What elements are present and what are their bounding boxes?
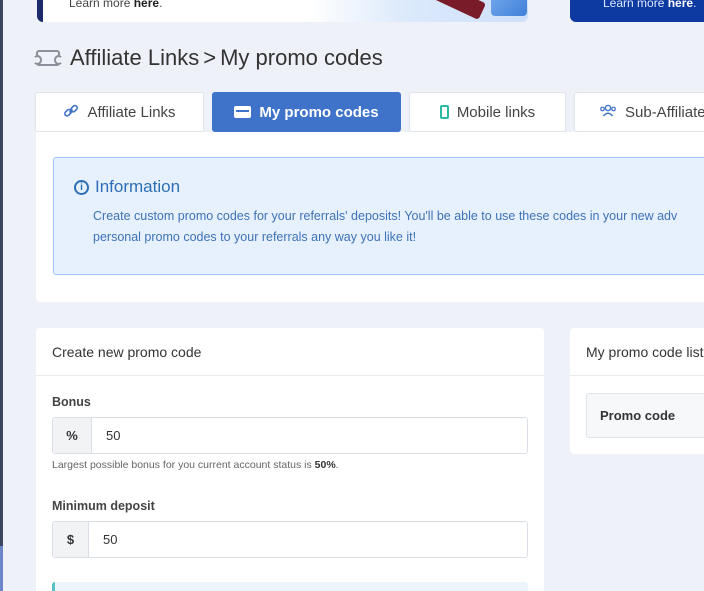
breadcrumb-current: My promo codes <box>220 45 383 70</box>
mobile-icon <box>439 105 449 119</box>
promo-list-title: My promo code list <box>570 328 704 376</box>
tab-mobile-links-label: Mobile links <box>456 103 536 121</box>
create-promo-title: Create new promo code <box>36 328 544 376</box>
info-description: Create custom promo codes for your refer… <box>93 206 704 248</box>
banner-right-label: Learn more <box>603 0 668 10</box>
tab-affiliate-links-label: Affiliate Links <box>87 103 176 121</box>
promo-code-column-header[interactable]: Promo code <box>586 393 704 438</box>
info-line-1: Create custom promo codes for your refer… <box>93 209 678 223</box>
card-icon <box>234 106 252 118</box>
min-deposit-input[interactable]: 50 <box>89 522 117 557</box>
tab-my-promo-codes-label: My promo codes <box>259 103 379 121</box>
banner-right-suffix: . <box>693 0 697 10</box>
banner-left-link[interactable]: here <box>134 0 159 10</box>
tab-sub-affiliate[interactable]: Sub-Affiliate <box>574 92 704 132</box>
info-panel: i Information Create custom promo codes … <box>36 132 704 302</box>
tab-mobile-links[interactable]: Mobile links <box>409 92 566 132</box>
bonus-hint: Largest possible bonus for you current a… <box>52 459 339 471</box>
promo-banner-left[interactable]: Learn more here. <box>37 0 528 22</box>
min-deposit-label: Minimum deposit <box>52 499 155 513</box>
bonus-hint-text: Largest possible bonus for you current a… <box>52 459 315 471</box>
info-title: i Information <box>74 177 180 197</box>
dollar-addon: $ <box>53 522 89 557</box>
create-promo-panel: Create new promo code Bonus % 50 Largest… <box>36 328 544 591</box>
users-icon <box>599 104 617 121</box>
info-title-text: Information <box>95 177 181 196</box>
banner-decoration-box-icon <box>491 0 527 16</box>
min-deposit-input-group[interactable]: $ 50 <box>52 521 528 558</box>
percent-addon: % <box>53 418 92 453</box>
tab-my-promo-codes[interactable]: My promo codes <box>212 92 401 132</box>
tab-affiliate-links[interactable]: Affiliate Links <box>35 92 204 132</box>
tab-sub-affiliate-label: Sub-Affiliate <box>625 103 704 121</box>
ticket-icon <box>33 50 63 66</box>
sidebar-active-marker <box>0 546 3 591</box>
banner-right-text: Learn more here. <box>603 0 696 10</box>
banner-right-link[interactable]: here <box>668 0 693 10</box>
bonus-input-group[interactable]: % 50 <box>52 417 528 454</box>
info-line-2: personal promo codes to your referrals a… <box>93 230 417 244</box>
promo-banner-right[interactable]: Learn more here. <box>570 0 704 22</box>
breadcrumb-separator: > <box>203 45 217 70</box>
info-icon: i <box>74 179 89 195</box>
banner-left-label: Learn more <box>69 0 134 10</box>
bonus-label: Bonus <box>52 395 91 409</box>
bonus-hint-suffix: . <box>335 459 339 471</box>
page-title: Affiliate Links > My promo codes <box>33 44 383 72</box>
notice-strip <box>52 582 528 591</box>
banner-left-text: Learn more here. <box>69 0 162 10</box>
info-alert: i Information Create custom promo codes … <box>53 157 704 275</box>
left-sidebar-edge <box>0 0 3 591</box>
bonus-input[interactable]: 50 <box>92 418 120 453</box>
breadcrumb-section[interactable]: Affiliate Links <box>70 45 199 71</box>
promo-list-panel: My promo code list Promo code <box>570 328 704 454</box>
bonus-hint-value: 50% <box>314 459 336 471</box>
link-icon <box>63 103 79 122</box>
banner-decoration-icon <box>424 0 486 20</box>
banner-left-suffix: . <box>159 0 163 10</box>
